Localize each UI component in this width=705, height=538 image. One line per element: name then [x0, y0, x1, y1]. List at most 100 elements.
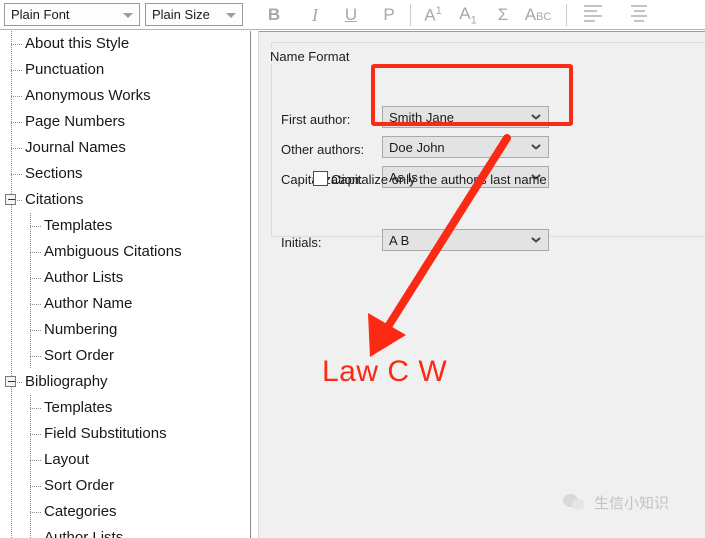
- style-navigation-tree[interactable]: About this Style Punctuation Anonymous Wor…: [0, 31, 251, 538]
- tree-item-label: Sort Order: [44, 347, 115, 364]
- chevron-down-icon: [532, 144, 540, 152]
- smallcaps-button[interactable]: ABC: [523, 0, 553, 30]
- toolbar-divider-2: [566, 4, 567, 26]
- tree-guide-child: [30, 473, 31, 499]
- bold-icon: B: [267, 5, 281, 24]
- capitalize-last-name-checkbox[interactable]: [313, 171, 328, 186]
- initials-value: A B: [389, 232, 410, 248]
- other-authors-label: Other authors:: [281, 142, 365, 157]
- tree-item-bibliography[interactable]: Bibliography: [0, 369, 250, 395]
- chevron-down-icon: [226, 13, 236, 18]
- wechat-icon: [563, 493, 587, 512]
- tree-guide-child: [30, 213, 31, 239]
- superscript-icon: A1: [424, 4, 442, 25]
- tree-item-templates[interactable]: Templates: [0, 395, 250, 421]
- tree-item-label: Sections: [25, 165, 83, 182]
- tree-guide-horizontal: [11, 96, 22, 97]
- font-combo-value: Plain Font: [11, 7, 70, 22]
- tree-guide-horizontal: [11, 148, 22, 149]
- tree-item-sort-order[interactable]: Sort Order: [0, 343, 250, 369]
- initials-dropdown[interactable]: A B: [382, 229, 549, 251]
- tree-item-categories[interactable]: Categories: [0, 499, 250, 525]
- plain-button[interactable]: P: [374, 0, 404, 30]
- tree-item-label: Templates: [44, 399, 113, 416]
- tree-item-label: Field Substitutions: [44, 425, 167, 442]
- tree-item-label: Ambiguous Citations: [44, 243, 182, 260]
- tree-item-field-substitutions[interactable]: Field Substitutions: [0, 421, 250, 447]
- tree-guide-child: [30, 343, 31, 369]
- tree-item-label: Page Numbers: [25, 113, 126, 130]
- tree-item-numbering[interactable]: Numbering: [0, 317, 250, 343]
- tree-item-sort-order[interactable]: Sort Order: [0, 473, 250, 499]
- tree-item-anonymous-works[interactable]: Anonymous Works: [0, 83, 250, 109]
- tree-item-ambiguous-citations[interactable]: Ambiguous Citations: [0, 239, 250, 265]
- tree-guide-horizontal: [30, 460, 41, 461]
- font-combo[interactable]: Plain Font: [4, 3, 140, 26]
- formatting-toolbar: Plain Font Plain Size B I U P A1 A1 Σ AB…: [0, 0, 705, 30]
- tree-guide-horizontal: [30, 408, 41, 409]
- underline-button[interactable]: U: [336, 0, 366, 30]
- superscript-button[interactable]: A1: [418, 0, 448, 30]
- size-combo[interactable]: Plain Size: [145, 3, 243, 26]
- tree-guide-horizontal: [30, 330, 41, 331]
- tree-item-label: Numbering: [44, 321, 118, 338]
- tree-guide-child: [30, 291, 31, 317]
- tree-item-citations[interactable]: Citations: [0, 187, 250, 213]
- chevron-down-icon: [532, 237, 540, 245]
- tree-guide-child: [30, 239, 31, 265]
- underline-icon: U: [344, 5, 358, 24]
- symbol-button[interactable]: Σ: [488, 0, 518, 30]
- tree-item-author-lists[interactable]: Author Lists: [0, 265, 250, 291]
- smallcaps-icon: ABC: [524, 5, 552, 24]
- tree-item-label: Categories: [44, 503, 117, 520]
- tree-guide-child: [30, 317, 31, 343]
- tree-item-label: Templates: [44, 217, 113, 234]
- tree-item-sections[interactable]: Sections: [0, 161, 250, 187]
- subscript-button[interactable]: A1: [453, 0, 483, 30]
- tree-guide-horizontal: [11, 122, 22, 123]
- tree-item-author-lists[interactable]: Author Lists: [0, 525, 250, 538]
- watermark-text: 生信小知识: [594, 494, 670, 512]
- tree-item-label: Author Lists: [44, 529, 124, 538]
- initials-label: Initials:: [281, 235, 322, 250]
- tree-guide-horizontal: [11, 174, 22, 175]
- capitalize-last-name-label: Capitalize only the author's last name: [331, 172, 547, 187]
- other-authors-dropdown[interactable]: Doe John: [382, 136, 549, 158]
- tree-item-punctuation[interactable]: Punctuation: [0, 57, 250, 83]
- tree-guide-horizontal: [11, 44, 22, 45]
- tree-item-journal-names[interactable]: Journal Names: [0, 135, 250, 161]
- align-center-button[interactable]: [624, 0, 654, 30]
- toolbar-divider-1: [410, 4, 411, 26]
- first-author-value: Smith Jane: [389, 109, 455, 125]
- tree-item-author-name[interactable]: Author Name: [0, 291, 250, 317]
- tree-guide-child: [30, 265, 31, 291]
- sigma-icon: Σ: [497, 5, 509, 24]
- tree-item-label: Bibliography: [25, 373, 108, 390]
- tree-guide-child: [30, 499, 31, 525]
- tree-guide-horizontal: [30, 486, 41, 487]
- align-left-button[interactable]: [578, 0, 608, 30]
- tree-guide-horizontal: [30, 278, 41, 279]
- bold-button[interactable]: B: [259, 0, 289, 30]
- tree-guide-child: [30, 447, 31, 473]
- watermark: 生信小知识: [563, 492, 669, 513]
- tree-item-label: Layout: [44, 451, 90, 468]
- tree-item-label: Author Lists: [44, 269, 124, 286]
- tree-item-label: Punctuation: [25, 61, 105, 78]
- tree-item-layout[interactable]: Layout: [0, 447, 250, 473]
- tree-guide-horizontal: [30, 512, 41, 513]
- tree-item-page-numbers[interactable]: Page Numbers: [0, 109, 250, 135]
- tree-item-label: Sort Order: [44, 477, 115, 494]
- tree-item-templates[interactable]: Templates: [0, 213, 250, 239]
- italic-button[interactable]: I: [300, 0, 330, 30]
- tree-item-label: Author Name: [44, 295, 133, 312]
- annotation-callout-text: Law C W: [322, 355, 448, 388]
- chevron-down-icon: [123, 13, 133, 18]
- first-author-dropdown[interactable]: Smith Jane: [382, 106, 549, 128]
- tree-collapse-toggle[interactable]: [5, 194, 16, 205]
- tree-collapse-toggle[interactable]: [5, 376, 16, 387]
- tree-item-label: About this Style: [25, 35, 130, 52]
- tree-guide-horizontal: [30, 434, 41, 435]
- tree-item-about-this-style[interactable]: About this Style: [0, 31, 250, 57]
- tree-guide-horizontal: [30, 356, 41, 357]
